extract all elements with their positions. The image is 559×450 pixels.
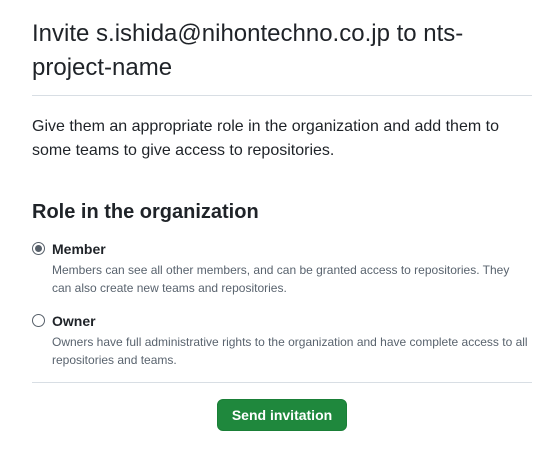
page-title: Invite s.ishida@nihontechno.co.jp to nts…: [32, 20, 464, 81]
actions-bar: Send invitation: [32, 399, 532, 431]
invite-dialog: Invite s.ishida@nihontechno.co.jp to nts…: [0, 0, 559, 450]
role-option-member[interactable]: Member Members can see all other members…: [32, 240, 532, 297]
member-radio[interactable]: [32, 242, 45, 255]
send-invitation-button[interactable]: Send invitation: [217, 399, 347, 431]
owner-radio[interactable]: [32, 314, 45, 327]
title-divider: [32, 95, 532, 96]
member-description: Members can see all other members, and c…: [52, 263, 510, 295]
member-label: Member: [52, 241, 106, 257]
intro-text: Give them an appropriate role in the org…: [32, 118, 499, 159]
role-option-owner[interactable]: Owner Owners have full administrative ri…: [32, 312, 532, 369]
owner-description: Owners have full administrative rights t…: [52, 335, 528, 367]
owner-label: Owner: [52, 313, 96, 329]
footer-divider: [32, 382, 532, 383]
role-section-title: Role in the organization: [32, 201, 259, 223]
